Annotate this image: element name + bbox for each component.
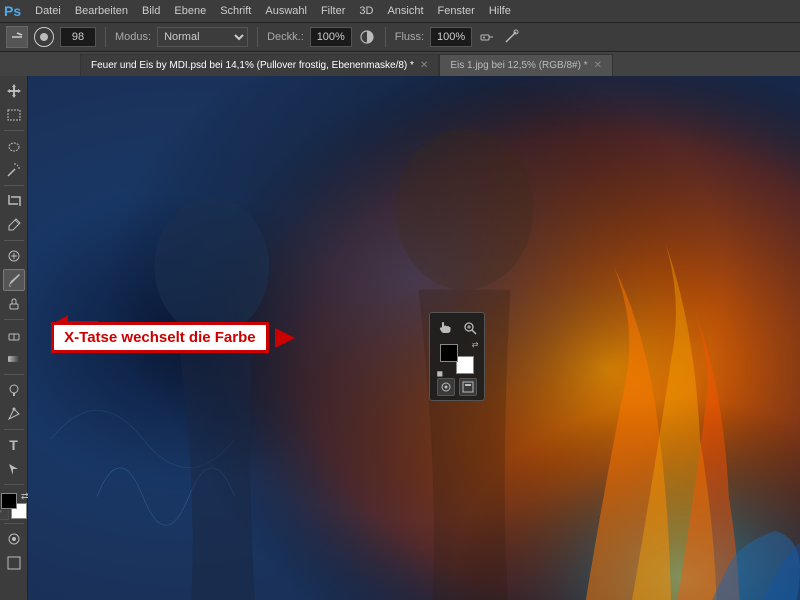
annotation-text-box: X-Tatse wechselt die Farbe — [51, 322, 268, 353]
reset-colors-btn[interactable]: ⬛ — [0, 510, 10, 521]
quick-mask-btn[interactable] — [3, 528, 25, 550]
tab-feuer-eis-close[interactable]: ✕ — [420, 60, 428, 71]
flow-label: Fluss: — [395, 31, 424, 43]
menu-filter[interactable]: Filter — [315, 3, 351, 19]
opacity-label: Deckk.: — [267, 31, 304, 43]
ps-logo: Ps — [4, 3, 21, 19]
gradient-tool[interactable] — [3, 348, 25, 370]
mini-fg-swatch[interactable] — [440, 344, 458, 362]
move-tool[interactable] — [3, 80, 25, 102]
tab-eis1-close[interactable]: ✕ — [594, 60, 602, 71]
tool-separator-1 — [4, 130, 24, 131]
options-separator2 — [257, 27, 258, 47]
color-swatch-area: ⇄ ⬛ — [1, 493, 27, 519]
tab-feuer-eis-title: Feuer und Eis by MDI.psd bei 14,1% (Pull… — [91, 60, 414, 71]
flow-input[interactable] — [430, 27, 472, 47]
tool-separator-7 — [4, 484, 24, 485]
rectangle-select-tool[interactable] — [3, 104, 25, 126]
annotation-text: X-Tatse wechselt die Farbe — [64, 329, 255, 346]
tool-preset-btn[interactable] — [6, 26, 28, 48]
main-area: T ⇄ ⬛ — [0, 76, 800, 600]
menu-datei[interactable]: Datei — [29, 3, 67, 19]
eraser-tool[interactable] — [3, 324, 25, 346]
dodge-tool[interactable] — [3, 379, 25, 401]
mini-toolbar-bottom — [434, 378, 480, 396]
mini-swap-icon[interactable]: ⇄ — [472, 340, 479, 349]
menu-ansicht[interactable]: Ansicht — [381, 3, 429, 19]
mode-select[interactable]: Normal Multiplizieren Bildschirm Überlag… — [157, 27, 248, 47]
tool-separator-2 — [4, 185, 24, 186]
mini-bg-swatch[interactable] — [456, 356, 474, 374]
crop-tool[interactable] — [3, 190, 25, 212]
tool-separator-3 — [4, 240, 24, 241]
eyedropper-tool[interactable] — [3, 214, 25, 236]
mini-btn-1[interactable] — [437, 378, 455, 396]
opacity-input[interactable] — [310, 27, 352, 47]
mini-reset-icon[interactable]: ◼ — [436, 369, 443, 378]
mini-toolbar-top — [434, 317, 480, 339]
brush-size-input[interactable] — [60, 27, 96, 47]
tab-feuer-eis[interactable]: Feuer und Eis by MDI.psd bei 14,1% (Pull… — [80, 54, 439, 76]
pen-tool[interactable] — [3, 403, 25, 425]
mode-label: Modus: — [115, 31, 151, 43]
annotation-arrow — [275, 328, 295, 348]
options-separator3 — [385, 27, 386, 47]
tool-separator-8 — [4, 523, 24, 524]
mini-swatch-area: ⇄ ◼ — [440, 344, 474, 374]
menu-bearbeiten[interactable]: Bearbeiten — [69, 3, 134, 19]
menu-ebene[interactable]: Ebene — [168, 3, 212, 19]
tool-separator-4 — [4, 319, 24, 320]
menu-bar: Ps Datei Bearbeiten Bild Ebene Schrift A… — [0, 0, 800, 22]
heal-tool[interactable] — [3, 245, 25, 267]
path-select-tool[interactable] — [3, 458, 25, 480]
toolbar: T ⇄ ⬛ — [0, 76, 28, 600]
tabs-bar: Feuer und Eis by MDI.psd bei 14,1% (Pull… — [0, 52, 800, 76]
menu-3d[interactable]: 3D — [353, 3, 379, 19]
tab-eis1[interactable]: Eis 1.jpg bei 12,5% (RGB/8#) * ✕ — [439, 54, 613, 76]
menu-fenster[interactable]: Fenster — [432, 3, 481, 19]
mini-hand-tool[interactable] — [434, 317, 455, 339]
brush-tip-preview[interactable] — [34, 27, 54, 47]
opacity-icon[interactable] — [358, 28, 376, 46]
tool-separator-6 — [4, 429, 24, 430]
lasso-tool[interactable] — [3, 135, 25, 157]
foreground-color-swatch[interactable] — [1, 493, 17, 509]
menu-schrift[interactable]: Schrift — [214, 3, 257, 19]
mini-zoom-tool[interactable] — [459, 317, 480, 339]
annotation-container: X-Tatse wechselt die Farbe — [51, 322, 294, 353]
screen-mode-btn[interactable] — [3, 552, 25, 574]
tablet-pressure-icon[interactable] — [502, 28, 520, 46]
menu-hilfe[interactable]: Hilfe — [483, 3, 517, 19]
menu-bild[interactable]: Bild — [136, 3, 166, 19]
stamp-tool[interactable] — [3, 293, 25, 315]
mini-toolbar: ⇄ ◼ — [429, 312, 485, 401]
options-separator — [105, 27, 106, 47]
airbrush-icon[interactable] — [478, 28, 496, 46]
magic-wand-tool[interactable] — [3, 159, 25, 181]
tool-separator-5 — [4, 374, 24, 375]
canvas-area[interactable]: X-Tatse wechselt die Farbe ⇄ ◼ — [28, 76, 800, 600]
brush-tool[interactable] — [3, 269, 25, 291]
menu-auswahl[interactable]: Auswahl — [259, 3, 313, 19]
mini-btn-2[interactable] — [459, 378, 477, 396]
tab-eis1-title: Eis 1.jpg bei 12,5% (RGB/8#) * — [450, 60, 587, 71]
text-tool[interactable]: T — [3, 434, 25, 456]
options-bar: Modus: Normal Multiplizieren Bildschirm … — [0, 22, 800, 52]
